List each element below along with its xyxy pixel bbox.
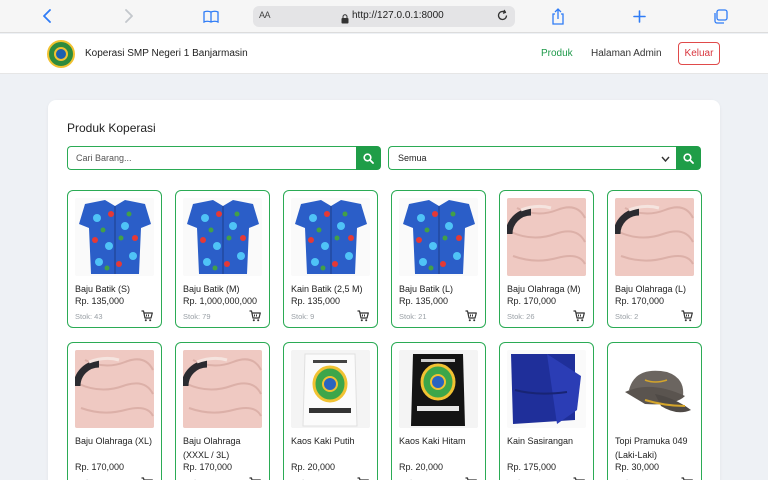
page-title: Produk Koperasi: [67, 121, 156, 135]
category-select[interactable]: Semua: [388, 146, 676, 170]
lock-icon: [341, 11, 349, 29]
product-price: Rp. 20,000: [291, 462, 336, 472]
product-price: Rp. 1,000,000,000: [183, 296, 258, 306]
product-name: Kaos Kaki Putih: [291, 436, 355, 446]
product-stock: Stok: 43: [75, 312, 103, 321]
tabs-overview-icon[interactable]: [709, 6, 731, 26]
product-image[interactable]: [183, 350, 262, 428]
product-name: Kain Sasirangan: [507, 436, 574, 446]
product-card[interactable]: Baju Olahraga (L) Rp. 170,000 Stok: 2: [607, 190, 702, 328]
product-image[interactable]: [615, 198, 694, 276]
product-card[interactable]: Kaos Kaki HitamRp. 20,000Stok: 17: [391, 342, 486, 480]
product-card[interactable]: Baju Batik (L) Rp. 135,000 Stok: 21: [391, 190, 486, 328]
product-image[interactable]: [183, 198, 262, 276]
add-to-cart-icon[interactable]: [465, 309, 477, 322]
add-to-cart-icon[interactable]: [249, 309, 261, 322]
product-price: Rp. 170,000: [615, 296, 665, 306]
product-price: Rp. 20,000: [399, 462, 444, 472]
product-card[interactable]: Baju Olahraga (XXXL / 3L)Rp. 170,000Stok…: [175, 342, 270, 480]
new-tab-icon[interactable]: [628, 6, 650, 26]
product-image[interactable]: [291, 350, 370, 428]
share-icon[interactable]: [547, 6, 569, 26]
product-stock: Stok: 79: [183, 312, 211, 321]
product-price: Rp. 135,000: [75, 296, 125, 306]
logout-button[interactable]: Keluar: [678, 42, 720, 65]
product-name: Baju Olahraga (XXXL / 3L): [183, 436, 241, 460]
add-to-cart-icon[interactable]: [141, 476, 153, 480]
school-logo[interactable]: [47, 40, 75, 68]
nav-produk[interactable]: Produk: [541, 48, 573, 59]
reload-icon[interactable]: [496, 9, 509, 27]
product-card[interactable]: Baju Olahraga (XL)Rp. 170,000Stok: 33: [67, 342, 162, 480]
search-input[interactable]: Cari Barang...: [67, 146, 356, 170]
product-image[interactable]: [507, 350, 586, 428]
filter-search-button[interactable]: [676, 146, 701, 170]
browser-toolbar: AA http://127.0.0.1:8000: [0, 0, 768, 33]
back-icon[interactable]: [36, 6, 58, 26]
add-to-cart-icon[interactable]: [573, 476, 585, 480]
bookmarks-icon[interactable]: [200, 6, 222, 26]
add-to-cart-icon[interactable]: [249, 476, 261, 480]
product-card[interactable]: Kaos Kaki PutihRp. 20,000Stok: 513: [283, 342, 378, 480]
product-name: Baju Olahraga (XL): [75, 436, 153, 446]
address-bar[interactable]: AA http://127.0.0.1:8000: [253, 6, 515, 27]
product-name: Baju Olahraga (M): [507, 284, 581, 294]
product-price: Rp. 170,000: [75, 462, 125, 472]
product-stock: Stok: 21: [399, 312, 427, 321]
add-to-cart-icon[interactable]: [141, 309, 153, 322]
product-name: Kain Batik (2,5 M): [291, 284, 363, 294]
app-navbar: Koperasi SMP Negeri 1 Banjarmasin Produk…: [0, 34, 768, 74]
add-to-cart-icon[interactable]: [357, 309, 369, 322]
product-card[interactable]: Kain Batik (2,5 M) Rp. 135,000 Stok: 9: [283, 190, 378, 328]
product-price: Rp. 175,000: [507, 462, 557, 472]
brand-name[interactable]: Koperasi SMP Negeri 1 Banjarmasin: [85, 48, 248, 59]
add-to-cart-icon[interactable]: [681, 309, 693, 322]
chevron-down-icon: [661, 154, 670, 164]
product-name: Topi Pramuka 049 (Laki-Laki): [615, 436, 688, 460]
product-image[interactable]: [291, 198, 370, 276]
product-name: Baju Batik (L): [399, 284, 454, 294]
product-card[interactable]: Kain SasiranganRp. 175,000Stok: 65: [499, 342, 594, 480]
product-card[interactable]: Topi Pramuka 049 (Laki-Laki)Rp. 30,000St…: [607, 342, 702, 480]
add-to-cart-icon[interactable]: [465, 476, 477, 480]
product-card[interactable]: Baju Batik (S) Rp. 135,000 Stok: 43: [67, 190, 162, 328]
product-image[interactable]: [615, 350, 694, 428]
category-selected-value: Semua: [398, 153, 427, 163]
product-name: Kaos Kaki Hitam: [399, 436, 466, 446]
product-image[interactable]: [399, 198, 478, 276]
product-image[interactable]: [507, 198, 586, 276]
product-name: Baju Batik (S): [75, 284, 131, 294]
product-card[interactable]: Baju Olahraga (M) Rp. 170,000 Stok: 26: [499, 190, 594, 328]
search-button[interactable]: [356, 146, 381, 170]
product-stock: Stok: 26: [507, 312, 535, 321]
product-stock: Stok: 9: [291, 312, 315, 321]
product-price: Rp. 170,000: [183, 462, 233, 472]
product-image[interactable]: [75, 350, 154, 428]
product-price: Rp. 170,000: [507, 296, 557, 306]
product-name: Baju Olahraga (L): [615, 284, 687, 294]
add-to-cart-icon[interactable]: [357, 476, 369, 480]
search-icon: [683, 152, 694, 164]
reader-aa-label[interactable]: AA: [259, 10, 271, 20]
url-text: http://127.0.0.1:8000: [352, 10, 444, 21]
nav-halaman-admin[interactable]: Halaman Admin: [591, 48, 662, 59]
product-card[interactable]: Baju Batik (M) Rp. 1,000,000,000 Stok: 79: [175, 190, 270, 328]
search-icon: [363, 152, 374, 164]
product-image[interactable]: [399, 350, 478, 428]
product-price: Rp. 135,000: [399, 296, 449, 306]
product-price: Rp. 30,000: [615, 462, 660, 472]
product-panel: Produk Koperasi Cari Barang... Semua Baj…: [48, 100, 720, 480]
forward-icon[interactable]: [118, 6, 140, 26]
product-name: Baju Batik (M): [183, 284, 240, 294]
add-to-cart-icon[interactable]: [573, 309, 585, 322]
add-to-cart-icon[interactable]: [681, 476, 693, 480]
product-image[interactable]: [75, 198, 154, 276]
product-stock: Stok: 2: [615, 312, 639, 321]
product-price: Rp. 135,000: [291, 296, 341, 306]
